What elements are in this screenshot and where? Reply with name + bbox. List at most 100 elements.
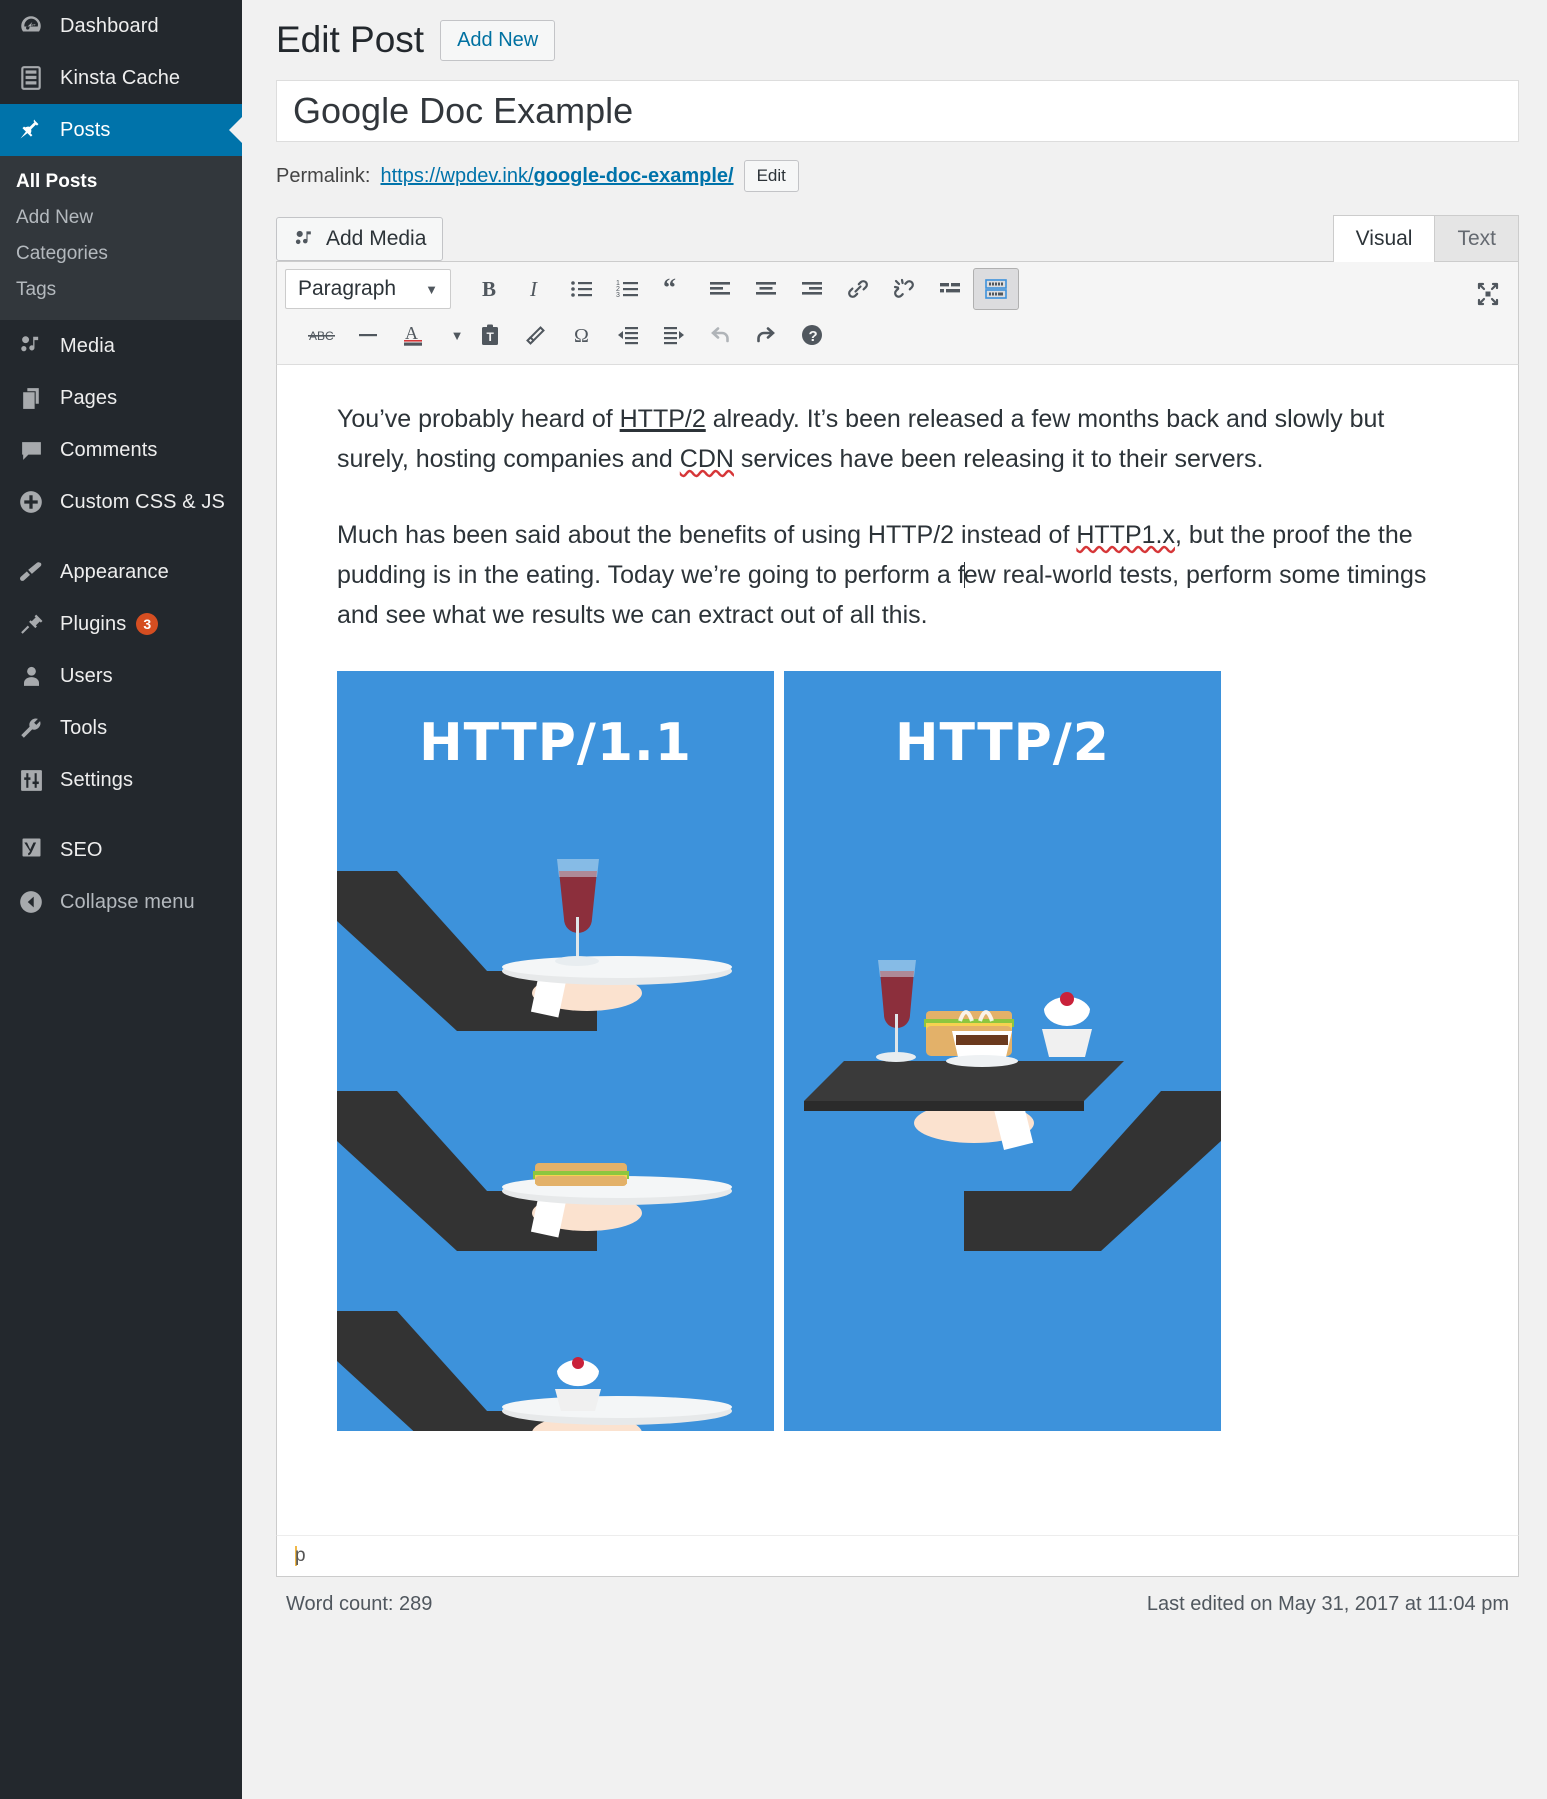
- bulleted-list-button[interactable]: [559, 268, 605, 310]
- format-select[interactable]: Paragraph ▼: [285, 269, 451, 310]
- wordpress-admin-screen: Dashboard Kinsta Cache Posts All Posts A…: [0, 0, 1547, 1799]
- server-icon: [14, 61, 48, 95]
- http2-link[interactable]: HTTP/2: [620, 405, 706, 433]
- plus-circle-icon: [14, 485, 48, 519]
- tab-text[interactable]: Text: [1434, 215, 1519, 263]
- svg-text:T: T: [487, 330, 495, 344]
- add-media-label: Add Media: [326, 227, 427, 251]
- permalink-link[interactable]: https://wpdev.ink/google-doc-example/: [380, 165, 733, 188]
- sidebar-item-dashboard[interactable]: Dashboard: [0, 0, 242, 52]
- waiter-one-item-graphic: [337, 859, 732, 1432]
- sidebar-item-pages[interactable]: Pages: [0, 372, 242, 424]
- word-count: Word count: 289: [286, 1593, 433, 1616]
- post-content-editable[interactable]: You’ve probably heard of HTTP/2 already.…: [276, 365, 1519, 1536]
- comparison-images: HTTP/1.1 HTTP/2: [337, 671, 1458, 1432]
- body-paragraph-2: Much has been said about the benefits of…: [337, 515, 1458, 635]
- http2-illustration[interactable]: HTTP/2: [784, 671, 1221, 1432]
- align-left-button[interactable]: [697, 268, 743, 310]
- outdent-button[interactable]: [605, 314, 651, 356]
- sidebar-item-label: Appearance: [60, 560, 169, 583]
- sidebar-item-label: Users: [60, 664, 113, 687]
- sidebar-item-users[interactable]: Users: [0, 650, 242, 702]
- http11-illustration[interactable]: HTTP/1.1: [337, 671, 774, 1432]
- toolbar-row-2: ABC A ▼ T Ω ?: [285, 312, 1510, 358]
- dashboard-icon: [14, 9, 48, 43]
- bold-button[interactable]: B: [467, 268, 513, 310]
- paste-as-text-button[interactable]: T: [467, 314, 513, 356]
- add-media-button[interactable]: Add Media: [276, 217, 444, 262]
- sidebar-item-posts[interactable]: Posts: [0, 104, 242, 156]
- post-title-input[interactable]: Google Doc Example: [276, 80, 1519, 143]
- post-title-value: Google Doc Example: [293, 90, 634, 132]
- insert-more-button[interactable]: [927, 268, 973, 310]
- editor-status-bar: Word count: 289 Last edited on May 31, 2…: [276, 1577, 1519, 1616]
- align-center-button[interactable]: [743, 268, 789, 310]
- submenu-item-categories[interactable]: Categories: [0, 236, 242, 272]
- indent-button[interactable]: [651, 314, 697, 356]
- format-select-value: Paragraph: [298, 277, 397, 301]
- yoast-seo-icon: [14, 833, 48, 867]
- edit-permalink-button[interactable]: Edit: [743, 160, 799, 193]
- help-button[interactable]: ?: [789, 314, 835, 356]
- fullscreen-button[interactable]: [1468, 274, 1508, 314]
- add-new-button[interactable]: Add New: [440, 19, 556, 61]
- sidebar-item-settings[interactable]: Settings: [0, 754, 242, 806]
- unlink-button[interactable]: [881, 268, 927, 310]
- sidebar-item-comments[interactable]: Comments: [0, 424, 242, 476]
- plug-icon: [14, 607, 48, 641]
- sidebar-item-plugins[interactable]: Plugins 3: [0, 598, 242, 650]
- strikethrough-button[interactable]: ABC: [299, 314, 345, 356]
- sidebar-item-tools[interactable]: Tools: [0, 702, 242, 754]
- italic-button[interactable]: I: [513, 268, 559, 310]
- tab-visual[interactable]: Visual: [1332, 215, 1436, 263]
- undo-button[interactable]: [697, 314, 743, 356]
- paragraph1-post: services have been releasing it to their…: [733, 445, 1264, 474]
- sidebar-item-label: Comments: [60, 438, 158, 461]
- toolbar-toggle-button[interactable]: [973, 268, 1019, 311]
- redo-button[interactable]: [743, 314, 789, 356]
- sidebar-divider: [0, 528, 242, 546]
- spellcheck-word-cdn: CDN: [679, 445, 734, 474]
- waiter-full-tray-graphic: [804, 960, 1221, 1252]
- horizontal-rule-button[interactable]: [345, 314, 391, 356]
- sidebar-item-label: Pages: [60, 386, 118, 409]
- paragraph2-pre: Much has been said about the benefits of…: [337, 521, 1077, 550]
- collapse-arrow-icon: [14, 885, 48, 919]
- toolbar-row-1: Paragraph ▼ B I 123 “: [285, 266, 1510, 312]
- svg-text:I: I: [529, 277, 538, 301]
- sidebar-item-collapse-menu[interactable]: Collapse menu: [0, 876, 242, 928]
- sidebar-item-appearance[interactable]: Appearance: [0, 546, 242, 598]
- text-color-button[interactable]: A: [391, 314, 437, 356]
- clear-formatting-button[interactable]: [513, 314, 559, 356]
- paragraph1-pre: You’ve probably heard of: [337, 405, 620, 434]
- element-path-bar[interactable]: p: [276, 1535, 1519, 1578]
- editor-mode-tabs: Visual Text: [1332, 214, 1519, 263]
- text-color-caret-button[interactable]: ▼: [437, 314, 467, 356]
- plugins-update-badge: 3: [136, 613, 159, 635]
- media-icon: [293, 228, 316, 251]
- permalink-label: Permalink:: [276, 164, 371, 187]
- submenu-item-all-posts[interactable]: All Posts: [0, 164, 242, 200]
- svg-text:“: “: [663, 277, 676, 301]
- sidebar-item-media[interactable]: Media: [0, 320, 242, 372]
- sidebar-item-label: Media: [60, 334, 115, 357]
- sidebar-item-label: Kinsta Cache: [60, 66, 181, 89]
- numbered-list-button[interactable]: 123: [605, 268, 651, 310]
- pages-icon: [14, 381, 48, 415]
- sidebar-item-label: Settings: [60, 768, 134, 791]
- page-header: Edit Post Add New: [242, 0, 1547, 62]
- body-paragraph-1: You’ve probably heard of HTTP/2 already.…: [337, 399, 1458, 479]
- submenu-item-add-new[interactable]: Add New: [0, 200, 242, 236]
- sidebar-item-kinsta-cache[interactable]: Kinsta Cache: [0, 52, 242, 104]
- pin-icon: [14, 113, 48, 147]
- sidebar-item-label: Dashboard: [60, 14, 159, 37]
- submenu-item-tags[interactable]: Tags: [0, 272, 242, 308]
- blockquote-button[interactable]: “: [651, 268, 697, 310]
- permalink-row: Permalink: https://wpdev.ink/google-doc-…: [276, 160, 1547, 193]
- special-character-button[interactable]: Ω: [559, 314, 605, 356]
- align-right-button[interactable]: [789, 268, 835, 310]
- sidebar-item-label: Custom CSS & JS: [60, 490, 225, 513]
- sidebar-item-seo[interactable]: SEO: [0, 824, 242, 876]
- sidebar-item-custom-css-js[interactable]: Custom CSS & JS: [0, 476, 242, 528]
- link-button[interactable]: [835, 268, 881, 310]
